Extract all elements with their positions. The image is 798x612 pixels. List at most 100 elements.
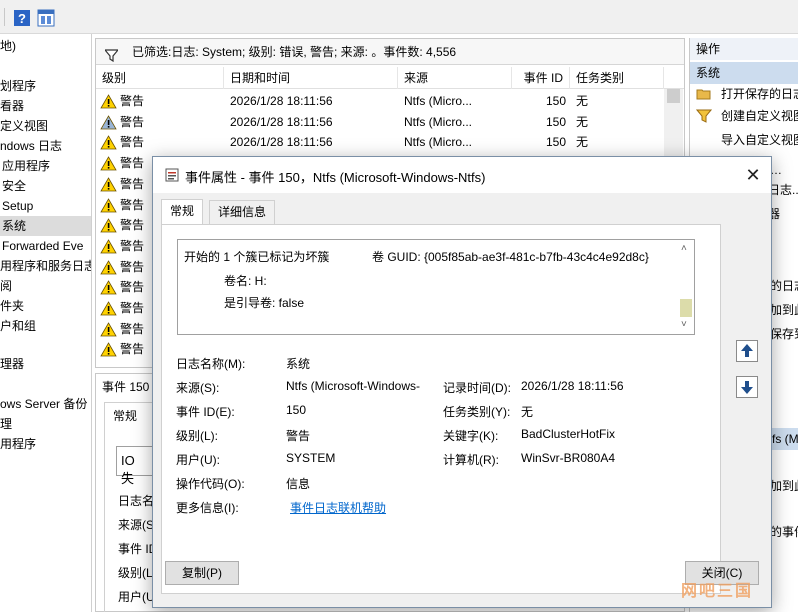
cell-level: 警告 — [120, 259, 145, 274]
cell-level: 警告 — [120, 94, 145, 108]
tree-item-system[interactable]: 系统 — [0, 216, 91, 236]
tree-item-forwarded-events[interactable]: Forwarded Eve — [2, 236, 83, 256]
field-label-computer: 计算机(R): — [443, 453, 499, 467]
detail-pane-title: 事件 150 — [102, 380, 150, 394]
field-value-user: SYSTEM — [286, 451, 336, 465]
field-value-level: 警告 — [286, 429, 311, 443]
tree-item[interactable]: 划程序 — [0, 76, 36, 96]
tree-item[interactable]: 看器 — [0, 96, 24, 116]
actions-section-system[interactable]: 系统 — [690, 62, 798, 84]
scrollbar-thumb[interactable] — [680, 299, 692, 317]
tab-panel: 开始的 1 个簇已标记为坏簇 卷 GUID: {005f85ab-ae3f-48… — [161, 224, 721, 594]
detail-label: 用户(U — [118, 590, 155, 604]
tab-details[interactable]: 详细信息 — [209, 200, 276, 224]
column-header-source[interactable]: 来源 — [398, 67, 512, 89]
action-partial[interactable]: 的日志 — [770, 276, 798, 296]
action-create-custom-view[interactable]: 创建自定义视图 — [721, 106, 798, 126]
tab-general[interactable]: 常规 — [161, 199, 204, 225]
cell-task: 无 — [576, 94, 589, 108]
field-value-event-id: 150 — [286, 403, 307, 417]
help-icon[interactable]: ? — [12, 8, 32, 28]
tree-item[interactable]: 地) — [0, 36, 16, 56]
field-value-opcode: 信息 — [286, 477, 311, 491]
field-value-logged: 2026/1/28 18:11:56 — [521, 379, 624, 393]
warning-icon — [100, 197, 117, 213]
field-label-logged: 记录时间(D): — [443, 381, 511, 395]
field-label-user: 用户(U): — [176, 453, 220, 467]
field-label-level: 级别(L): — [176, 429, 219, 443]
tree-item[interactable]: ndows 日志 — [0, 136, 62, 156]
description-scrollbar[interactable]: ˄ ˅ — [678, 241, 694, 333]
detail-label: 级别(L — [118, 566, 153, 580]
action-partial[interactable]: 日志... — [768, 180, 798, 200]
tree-item-security[interactable]: 安全 — [2, 176, 26, 196]
tree-item[interactable]: 用程序 — [0, 434, 36, 454]
tree-item[interactable]: 定义视图 — [0, 116, 48, 136]
action-partial[interactable]: 保存到 — [770, 324, 798, 344]
console-icon[interactable] — [36, 8, 56, 28]
scrollbar-thumb[interactable] — [667, 89, 680, 103]
cell-datetime: 2026/1/28 18:11:56 — [230, 94, 333, 108]
filter-bar: 已筛选:日志: System; 级别: 错误, 警告; 来源: 。事件数: 4,… — [96, 39, 684, 65]
arrow-up-icon — [741, 344, 753, 357]
more-info-link[interactable]: 事件日志联机帮助 — [290, 499, 386, 516]
field-label-task: 任务类别(Y): — [443, 405, 511, 419]
actions-section-event[interactable]: fs (M — [770, 428, 798, 450]
field-label-event-id: 事件 ID(E): — [176, 405, 235, 419]
cell-level: 警告 — [120, 135, 145, 150]
tree-item[interactable]: 户和组 — [0, 316, 36, 336]
previous-event-button[interactable] — [736, 340, 758, 362]
table-row[interactable]: 警告 2026/1/28 18:11:56 Ntfs (Micro... 150 无 — [96, 112, 664, 133]
cell-level: 警告 — [120, 197, 145, 212]
action-open-saved-log[interactable]: 打开保存的日志 — [721, 84, 798, 104]
tree-item[interactable]: 理 — [0, 414, 12, 434]
warning-icon — [100, 176, 117, 192]
navigation-tree: 地) 划程序 看器 定义视图 ndows 日志 应用程序 安全 Setup 系统… — [0, 34, 92, 612]
filter-icon — [695, 108, 713, 124]
open-folder-icon — [696, 86, 712, 102]
cell-datetime: 2026/1/28 18:11:56 — [230, 135, 333, 150]
column-header-level[interactable]: 级别 — [96, 67, 224, 89]
warning-icon — [100, 114, 117, 130]
scroll-down-icon[interactable]: ˅ — [681, 319, 687, 330]
dialog-title: 事件属性 - 事件 150，Ntfs (Microsoft-Windows-Nt… — [185, 170, 486, 185]
event-description-box[interactable]: 开始的 1 个簇已标记为坏簇 卷 GUID: {005f85ab-ae3f-48… — [177, 239, 695, 335]
field-label-keywords: 关键字(K): — [443, 429, 499, 443]
dialog-title-bar[interactable]: 事件属性 - 事件 150，Ntfs (Microsoft-Windows-Nt… — [153, 157, 771, 193]
cell-level: 警告 — [120, 176, 145, 191]
column-header-task[interactable]: 任务类别 — [570, 67, 664, 89]
toolbar: ? — [0, 0, 798, 34]
action-import-custom-view[interactable]: 导入自定义视图 — [721, 130, 798, 150]
scroll-up-icon[interactable]: ˄ — [681, 243, 687, 254]
copy-button[interactable]: 复制(P) — [165, 561, 239, 585]
action-partial[interactable]: 的事件 — [770, 522, 798, 542]
column-header-datetime[interactable]: 日期和时间 — [224, 67, 398, 89]
next-event-button[interactable] — [736, 376, 758, 398]
table-row[interactable]: 警告 2026/1/28 18:11:56 Ntfs (Micro... 150 无 — [96, 91, 664, 112]
tree-item[interactable]: 阅 — [0, 276, 12, 296]
close-icon[interactable]: ✕ — [741, 163, 765, 187]
cell-level: 警告 — [120, 238, 145, 253]
tree-item-application[interactable]: 应用程序 — [2, 156, 50, 176]
action-partial[interactable]: 加到此 — [770, 476, 798, 496]
table-row[interactable]: 警告 2026/1/28 18:11:56 Ntfs (Micro... 150 无 — [96, 132, 664, 153]
tree-item[interactable]: 件夹 — [0, 296, 24, 316]
tree-item[interactable]: 用程序和服务日志 — [0, 256, 91, 276]
field-label-more-info: 更多信息(I): — [176, 501, 239, 515]
event-properties-dialog: 事件属性 - 事件 150，Ntfs (Microsoft-Windows-Nt… — [152, 156, 772, 608]
toolbar-separator — [4, 8, 5, 26]
cell-task: 无 — [576, 114, 589, 129]
warning-icon — [100, 156, 117, 171]
column-header-event-id[interactable]: 事件 ID — [512, 67, 570, 89]
tree-item[interactable]: ows Server 备份 — [0, 394, 87, 414]
field-value-task: 无 — [521, 405, 534, 419]
tree-item[interactable]: 理器 — [0, 354, 24, 374]
field-label-opcode: 操作代码(O): — [176, 477, 245, 491]
tree-item-setup[interactable]: Setup — [2, 196, 33, 216]
warning-icon — [100, 218, 117, 233]
detail-label: 日志名 — [118, 494, 155, 508]
warning-icon — [100, 135, 117, 150]
svg-text:?: ? — [18, 11, 26, 26]
action-partial[interactable]: 加到此 — [770, 300, 798, 320]
description-line: 卷名: H: — [224, 274, 267, 288]
